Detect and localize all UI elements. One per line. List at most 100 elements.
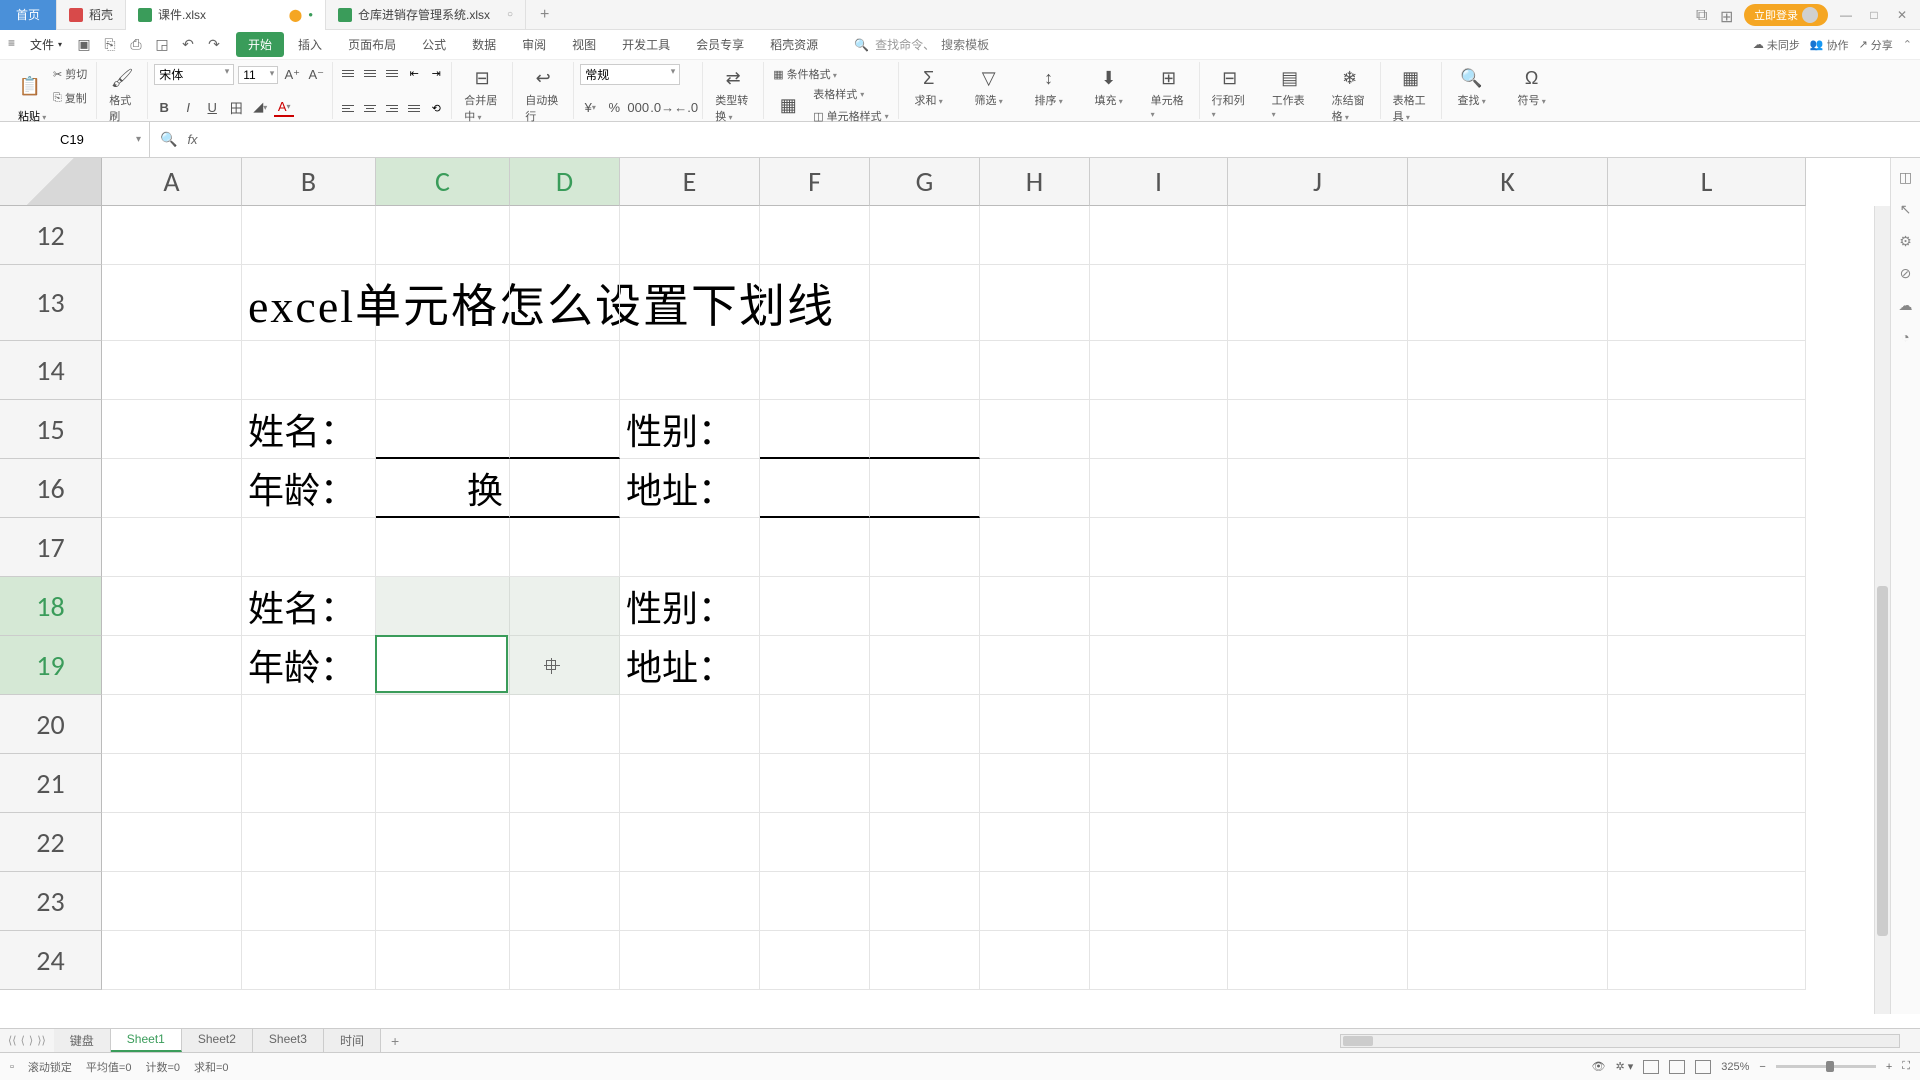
cell-H24[interactable] <box>980 931 1090 990</box>
cell-E19[interactable]: 地址： <box>620 636 760 695</box>
cell-B16[interactable]: 年龄： <box>242 459 376 518</box>
col-header-G[interactable]: G <box>870 158 980 206</box>
merge-center-button[interactable]: ⊟合并居中 <box>458 64 506 126</box>
cell-D14[interactable] <box>510 341 620 400</box>
zoom-out-button[interactable]: − <box>1759 1061 1765 1073</box>
cell-E16[interactable]: 地址： <box>620 459 760 518</box>
cell-L22[interactable] <box>1608 813 1806 872</box>
page-view-button[interactable] <box>1669 1060 1685 1074</box>
cell-J16[interactable] <box>1228 459 1408 518</box>
wrap-text-button[interactable]: ↩自动换行 <box>519 64 567 126</box>
cell-F19[interactable] <box>760 636 870 695</box>
cell-L13[interactable] <box>1608 265 1806 341</box>
name-box-input[interactable] <box>8 132 136 147</box>
cell-I22[interactable] <box>1090 813 1228 872</box>
sheet-tab-时间[interactable]: 时间 <box>324 1029 381 1052</box>
cell-G24[interactable] <box>870 931 980 990</box>
cell-C14[interactable] <box>376 341 510 400</box>
scroll-thumb[interactable] <box>1343 1036 1373 1046</box>
cell-G15[interactable] <box>870 400 980 459</box>
row-header-24[interactable]: 24 <box>0 931 102 990</box>
cell-A16[interactable] <box>102 459 242 518</box>
cell-J20[interactable] <box>1228 695 1408 754</box>
zoom-in-button[interactable]: + <box>1886 1061 1892 1073</box>
cell-G16[interactable] <box>870 459 980 518</box>
cell-E17[interactable] <box>620 518 760 577</box>
cell-L14[interactable] <box>1608 341 1806 400</box>
cell-F12[interactable] <box>760 206 870 265</box>
cell-H14[interactable] <box>980 341 1090 400</box>
table-style-label[interactable]: 表格样式 <box>810 84 891 104</box>
cell-L19[interactable] <box>1608 636 1806 695</box>
cell-K13[interactable] <box>1408 265 1608 341</box>
cell-D15[interactable] <box>510 400 620 459</box>
cell-I24[interactable] <box>1090 931 1228 990</box>
eye-icon[interactable]: 👁 <box>1592 1060 1606 1073</box>
scroll-thumb[interactable] <box>1877 586 1888 936</box>
cell-E18[interactable]: 性别： <box>620 577 760 636</box>
cell-J21[interactable] <box>1228 754 1408 813</box>
cell-G18[interactable] <box>870 577 980 636</box>
cell-B14[interactable] <box>242 341 376 400</box>
cell-C23[interactable] <box>376 872 510 931</box>
cell-J14[interactable] <box>1228 341 1408 400</box>
fullscreen-button[interactable]: ⛶ <box>1902 1060 1910 1073</box>
cell-H18[interactable] <box>980 577 1090 636</box>
zoom-slider[interactable] <box>1776 1065 1876 1068</box>
cell-A19[interactable] <box>102 636 242 695</box>
command-search[interactable]: 🔍 查找命令、 <box>854 36 1041 53</box>
font-color-button[interactable]: A <box>274 97 294 117</box>
minimize-button[interactable]: — <box>1836 5 1856 25</box>
cell-J12[interactable] <box>1228 206 1408 265</box>
cell-C12[interactable] <box>376 206 510 265</box>
doc-tab[interactable]: 稻壳 <box>57 0 126 30</box>
panel-icon[interactable]: ◫ <box>1897 168 1915 186</box>
collapse-ribbon-icon[interactable]: ⌃ <box>1903 38 1912 51</box>
row-header-22[interactable]: 22 <box>0 813 102 872</box>
justify-button[interactable] <box>405 99 423 117</box>
tab-member[interactable]: 会员专享 <box>684 32 756 57</box>
freeze-button[interactable]: ❄冻结窗格 <box>1326 64 1374 126</box>
row-header-21[interactable]: 21 <box>0 754 102 813</box>
cell-H12[interactable] <box>980 206 1090 265</box>
cell-L23[interactable] <box>1608 872 1806 931</box>
decrease-decimal-button[interactable]: ←.0 <box>676 97 696 117</box>
cell-A14[interactable] <box>102 341 242 400</box>
tab-home[interactable]: 开始 <box>236 32 284 57</box>
cell-B12[interactable] <box>242 206 376 265</box>
row-header-12[interactable]: 12 <box>0 206 102 265</box>
cell-E24[interactable] <box>620 931 760 990</box>
name-box[interactable]: ▾ <box>0 122 150 157</box>
col-header-I[interactable]: I <box>1090 158 1228 206</box>
col-header-E[interactable]: E <box>620 158 760 206</box>
cut-button[interactable]: ✂剪切 <box>50 64 90 84</box>
cell-K23[interactable] <box>1408 872 1608 931</box>
col-header-F[interactable]: F <box>760 158 870 206</box>
clock-icon[interactable]: ◔ <box>1897 328 1915 346</box>
tab-layout[interactable]: 页面布局 <box>336 32 408 57</box>
cell-C22[interactable] <box>376 813 510 872</box>
row-col-button[interactable]: ⊟行和列 <box>1206 64 1254 122</box>
cell-I18[interactable] <box>1090 577 1228 636</box>
cell-J22[interactable] <box>1228 813 1408 872</box>
cell-B21[interactable] <box>242 754 376 813</box>
cell-G17[interactable] <box>870 518 980 577</box>
normal-view-button[interactable] <box>1643 1060 1659 1074</box>
row-header-19[interactable]: 19 <box>0 636 102 695</box>
orientation-button[interactable]: ⟲ <box>427 99 445 117</box>
cell-I17[interactable] <box>1090 518 1228 577</box>
cell-K14[interactable] <box>1408 341 1608 400</box>
italic-button[interactable]: I <box>178 97 198 117</box>
cell-F14[interactable] <box>760 341 870 400</box>
mode-icon[interactable]: ▫ <box>10 1061 14 1073</box>
filter-button[interactable]: ▽筛选 <box>965 64 1013 110</box>
cell-H23[interactable] <box>980 872 1090 931</box>
cell-J24[interactable] <box>1228 931 1408 990</box>
cell-E21[interactable] <box>620 754 760 813</box>
cell-I23[interactable] <box>1090 872 1228 931</box>
cell-L15[interactable] <box>1608 400 1806 459</box>
fill-color-button[interactable]: ◢ <box>250 97 270 117</box>
increase-font-button[interactable]: A⁺ <box>282 65 302 85</box>
align-left-button[interactable] <box>339 99 357 117</box>
cell-K24[interactable] <box>1408 931 1608 990</box>
